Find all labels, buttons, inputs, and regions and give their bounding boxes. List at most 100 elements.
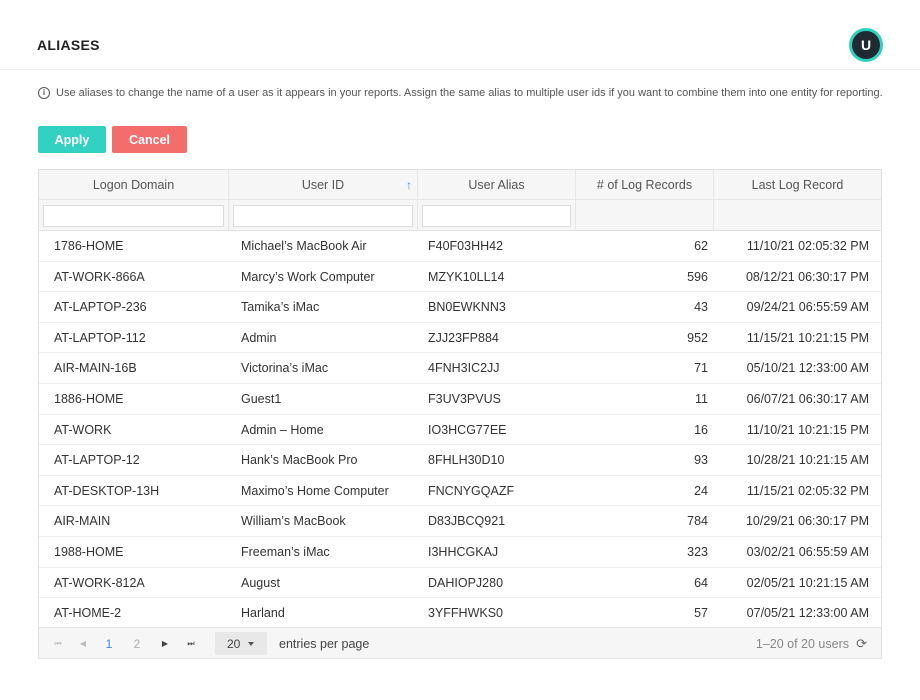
info-message: i Use aliases to change the name of a us… (38, 87, 883, 99)
page-size-value: 20 (227, 636, 241, 651)
logon-domain-cell: AT-LAPTOP-112 (54, 330, 146, 345)
user-alias-cell[interactable]: FNCNYGQAZF (418, 476, 576, 506)
table-row[interactable]: 1786-HOME Michael’s MacBook Air F40F03HH… (39, 231, 881, 262)
table-row[interactable]: AT-WORK Admin – Home IO3HCG77EE 16 11/10… (39, 415, 881, 446)
user-alias-cell[interactable]: MZYK10LL14 (418, 262, 576, 292)
filter-cell (39, 200, 229, 231)
filter-cell (418, 200, 576, 231)
pagination-bar: ⏮ ◀ 1 2 ▶ ⏭ 20 entries per page 1–20 of … (39, 627, 881, 658)
table-row[interactable]: AIR-MAIN-16B Victorina’s iMac 4FNH3IC2JJ… (39, 353, 881, 384)
header-bar: ALIASES U (0, 0, 920, 70)
last-log-record-cell: 05/10/21 12:33:00 AM (746, 361, 869, 376)
logon-domain-cell: 1786-HOME (54, 239, 124, 253)
logon-domain-cell: AT-LAPTOP-236 (54, 300, 147, 315)
last-log-record-cell: 10/28/21 10:21:15 AM (746, 453, 869, 468)
refresh-icon[interactable]: ⟳ (856, 628, 867, 659)
previous-page-icon[interactable]: ◀ (76, 628, 90, 659)
log-records-cell: 952 (687, 330, 708, 345)
log-records-cell: 596 (687, 269, 708, 284)
filter-cell (229, 200, 418, 231)
log-records-cell: 11 (695, 391, 708, 406)
filter-row (39, 200, 881, 231)
user-alias-filter-input[interactable] (422, 204, 571, 227)
user-id-cell: Guest1 (241, 391, 282, 406)
last-log-record-cell: 11/10/21 10:21:15 PM (746, 422, 869, 437)
user-id-cell: Admin – Home (241, 422, 324, 437)
logon-domain-cell: 1886-HOME (54, 391, 124, 406)
page-title: ALIASES (37, 37, 100, 53)
log-records-cell: 16 (694, 422, 708, 437)
table-row[interactable]: AT-HOME-2 Harland 3YFFHWKS0 57 07/05/21 … (39, 598, 881, 629)
table-row[interactable]: AT-WORK-866A Marcy’s Work Computer MZYK1… (39, 262, 881, 293)
next-page-icon[interactable]: ▶ (158, 628, 172, 659)
table-row[interactable]: 1886-HOME Guest1 F3UV3PVUS 11 06/07/21 0… (39, 384, 881, 415)
last-log-record-cell: 10/29/21 06:30:17 PM (745, 514, 869, 529)
user-id-cell: Michael’s MacBook Air (241, 239, 367, 253)
table-row[interactable]: AT-WORK-812A August DAHIOPJ280 64 02/05/… (39, 568, 881, 599)
user-id-cell: William’s MacBook (241, 514, 346, 529)
user-id-cell: Hank’s MacBook Pro (241, 453, 358, 468)
log-records-cell: 784 (687, 514, 708, 529)
filter-cell-empty (714, 200, 881, 231)
user-alias-cell[interactable]: I3HHCGKAJ (418, 537, 576, 567)
user-id-cell: August (241, 575, 280, 590)
log-records-cell: 71 (694, 361, 708, 376)
column-header-log-records[interactable]: # of Log Records (576, 170, 714, 200)
logon-domain-cell: 1988-HOME (54, 544, 124, 559)
page-number-2[interactable]: 2 (131, 628, 143, 659)
first-page-icon[interactable]: ⏮ (51, 628, 65, 659)
log-records-cell: 93 (694, 453, 708, 468)
info-icon: i (38, 87, 50, 99)
table-row[interactable]: 1988-HOME Freeman’s iMac I3HHCGKAJ 323 0… (39, 537, 881, 568)
user-id-cell: Freeman’s iMac (241, 544, 330, 559)
user-alias-cell[interactable]: ZJJ23FP884 (418, 323, 576, 353)
column-header-user-id[interactable]: User ID ↑ (229, 170, 418, 200)
user-alias-cell[interactable]: DAHIOPJ280 (418, 568, 576, 598)
table-row[interactable]: AT-DESKTOP-13H Maximo’s Home Computer FN… (39, 476, 881, 507)
user-alias-cell[interactable]: IO3HCG77EE (418, 415, 576, 445)
last-log-record-cell: 07/05/21 12:33:00 AM (746, 606, 869, 621)
user-id-cell: Admin (241, 330, 277, 345)
table-body: 1786-HOME Michael’s MacBook Air F40F03HH… (39, 231, 881, 629)
logon-domain-cell: AIR-MAIN-16B (54, 361, 137, 376)
logon-domain-cell: AT-HOME-2 (54, 606, 122, 621)
table-row[interactable]: AT-LAPTOP-236 Tamika’s iMac BN0EWKNN3 43… (39, 292, 881, 323)
info-text: Use aliases to change the name of a user… (56, 87, 883, 99)
last-page-icon[interactable]: ⏭ (184, 628, 198, 659)
user-alias-cell[interactable]: 8FHLH30D10 (418, 445, 576, 475)
user-alias-cell[interactable]: 3YFFHWKS0 (418, 598, 576, 628)
column-header-last-log-record[interactable]: Last Log Record (714, 170, 881, 200)
last-log-record-cell: 02/05/21 10:21:15 AM (746, 575, 869, 590)
table-row[interactable]: AT-LAPTOP-12 Hank’s MacBook Pro 8FHLH30D… (39, 445, 881, 476)
sort-ascending-icon[interactable]: ↑ (406, 178, 412, 192)
table-row[interactable]: AIR-MAIN William’s MacBook D83JBCQ921 78… (39, 506, 881, 537)
filter-cell-empty (576, 200, 714, 231)
page-size-select[interactable]: 20 (215, 632, 267, 655)
aliases-table: Logon Domain User ID ↑ User Alias # of L… (38, 169, 882, 659)
column-header-label: User ID (301, 178, 345, 192)
last-log-record-cell: 08/12/21 06:30:17 PM (745, 269, 869, 284)
last-log-record-cell: 11/15/21 10:21:15 PM (746, 330, 869, 345)
user-alias-cell[interactable]: F3UV3PVUS (418, 384, 576, 414)
user-alias-cell[interactable]: BN0EWKNN3 (418, 292, 576, 322)
user-alias-cell[interactable]: F40F03HH42 (418, 231, 576, 261)
user-avatar[interactable]: U (849, 28, 883, 62)
column-header-user-alias[interactable]: User Alias (418, 170, 576, 200)
user-id-filter-input[interactable] (233, 204, 413, 227)
logon-domain-cell: AT-WORK-812A (54, 575, 145, 590)
last-log-record-cell: 06/07/21 06:30:17 AM (746, 391, 869, 406)
log-records-cell: 24 (694, 483, 708, 498)
apply-button[interactable]: Apply (38, 126, 106, 153)
page-number-1[interactable]: 1 (103, 628, 115, 659)
entries-per-page-label: entries per page (279, 636, 370, 651)
log-records-cell: 62 (694, 239, 708, 253)
table-row[interactable]: AT-LAPTOP-112 Admin ZJJ23FP884 952 11/15… (39, 323, 881, 354)
user-id-cell: Marcy’s Work Computer (241, 269, 375, 284)
user-alias-cell[interactable]: 4FNH3IC2JJ (418, 353, 576, 383)
column-header-logon-domain[interactable]: Logon Domain (39, 170, 229, 200)
cancel-button[interactable]: Cancel (112, 126, 187, 153)
last-log-record-cell: 03/02/21 06:55:59 AM (746, 544, 869, 559)
user-alias-cell[interactable]: D83JBCQ921 (418, 506, 576, 536)
logon-domain-cell: AT-LAPTOP-12 (54, 453, 140, 468)
logon-domain-filter-input[interactable] (43, 204, 224, 227)
